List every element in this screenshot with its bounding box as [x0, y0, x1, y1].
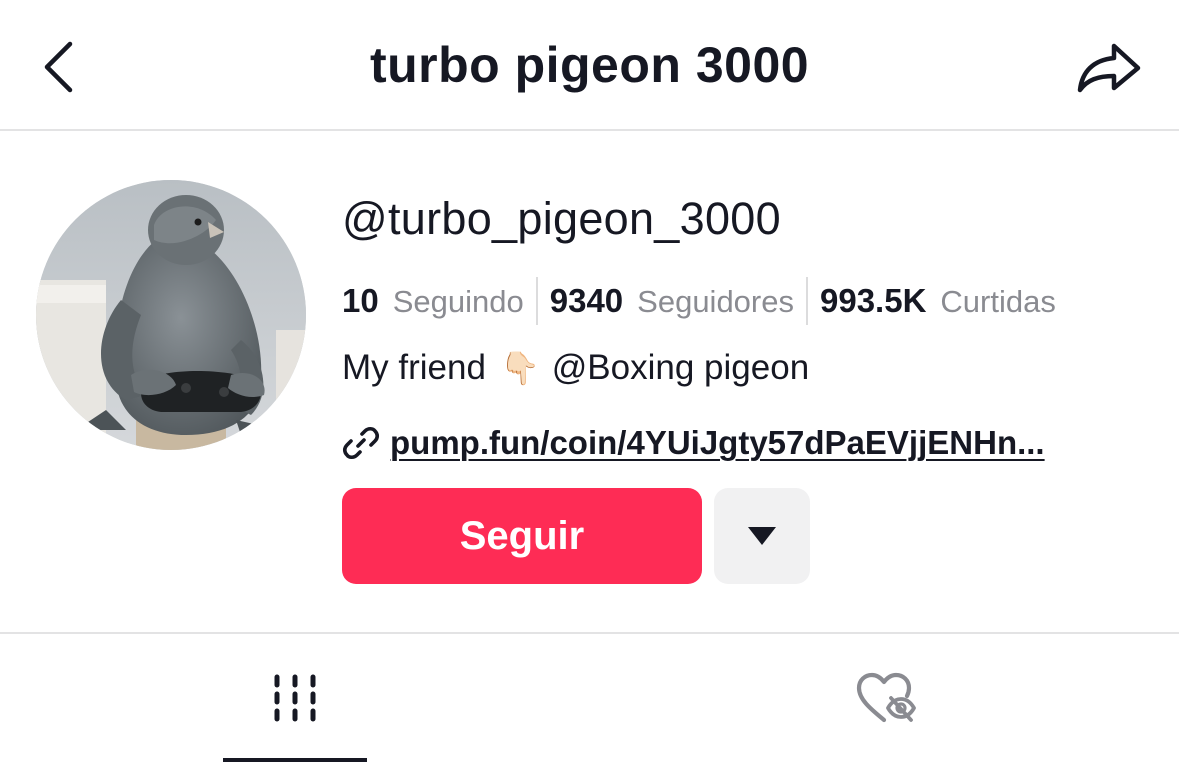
bio: My friend 👇🏻 @Boxing pigeon	[342, 348, 809, 388]
page-title: turbo pigeon 3000	[369, 37, 810, 93]
link-url: pump.fun/coin/4YUiJgty57dPaEVjjENHn...	[390, 424, 1045, 461]
following-count: 10	[342, 282, 379, 319]
stat-divider	[535, 277, 538, 325]
top-bar: turbo pigeon 3000	[0, 0, 1179, 131]
stat-following[interactable]: 10 Seguindo	[342, 282, 524, 320]
pigeon-avatar-image	[36, 180, 306, 450]
share-button[interactable]	[1072, 38, 1144, 98]
follow-button[interactable]: Seguir	[342, 488, 702, 584]
more-options-button[interactable]	[714, 488, 810, 584]
likes-count: 993.5K	[820, 282, 927, 319]
heart-hidden-icon	[856, 672, 916, 723]
following-label: Seguindo	[392, 284, 524, 319]
grid-lines-icon	[274, 674, 316, 722]
link-icon	[342, 426, 380, 460]
tab-videos[interactable]	[223, 634, 367, 762]
bio-text: My friend	[342, 348, 486, 387]
username: @turbo_pigeon_3000	[342, 193, 781, 244]
followers-label: Seguidores	[637, 284, 794, 319]
active-tab-indicator	[223, 758, 367, 762]
profile-tabs	[0, 632, 1179, 762]
likes-label: Curtidas	[940, 284, 1056, 319]
tab-liked[interactable]	[814, 634, 958, 762]
stat-followers[interactable]: 9340 Seguidores	[550, 282, 794, 320]
followers-count: 9340	[549, 282, 624, 319]
avatar[interactable]	[36, 180, 306, 450]
pointing-down-emoji: 👇🏻	[499, 350, 540, 386]
share-arrow-icon	[1077, 43, 1141, 93]
bio-mention[interactable]: @Boxing pigeon	[552, 348, 809, 388]
stat-likes[interactable]: 993.5K Curtidas	[820, 282, 1056, 320]
bio-link[interactable]: pump.fun/coin/4YUiJgty57dPaEVjjENHn...	[342, 420, 1045, 466]
stat-divider	[806, 277, 808, 325]
caret-down-icon	[748, 527, 776, 545]
profile-stats: 10 Seguindo 9340 Seguidores 993.5K Curti…	[342, 276, 1056, 326]
